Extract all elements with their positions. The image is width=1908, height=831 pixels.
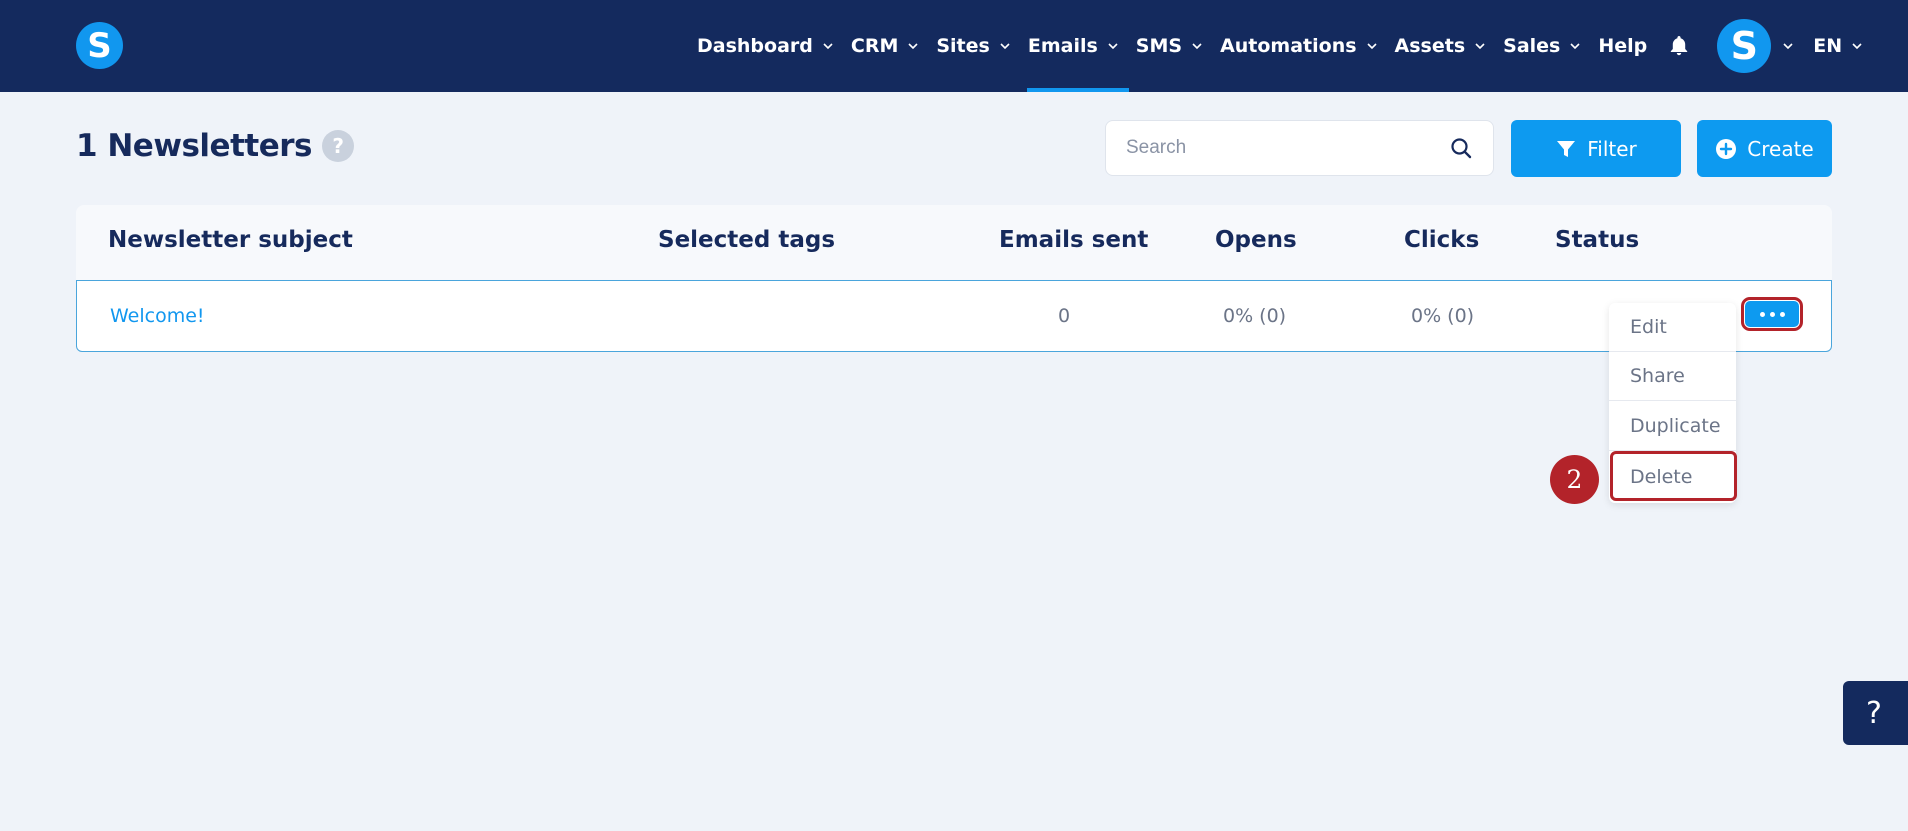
table-header: Newsletter subject Selected tags Emails … [76,205,1832,280]
chevron-down-icon [1570,43,1580,50]
more-dot-icon [1779,311,1785,317]
chevron-down-icon [1852,43,1862,50]
plus-circle-icon [1715,138,1737,160]
nav-item-label: Automations [1220,35,1357,57]
delete-highlight-box [1610,451,1737,501]
nav-item-assets[interactable]: Assets [1395,0,1486,92]
chevron-down-icon [823,43,833,50]
clicks-cell: 0% (0) [1411,305,1475,327]
nav-item-sites[interactable]: Sites [936,0,1010,92]
bell-icon[interactable] [1667,33,1693,59]
column-header-emails-sent[interactable]: Emails sent [999,227,1148,253]
more-dot-icon [1759,311,1765,317]
chevron-down-icon [1192,43,1202,50]
help-icon[interactable]: ? [321,130,354,162]
nav-item-crm[interactable]: CRM [851,0,918,92]
top-navbar: S Dashboard CRM Sites Emails SMS Automat… [0,0,1908,92]
column-header-status[interactable]: Status [1555,227,1639,253]
column-header-subject[interactable]: Newsletter subject [108,227,353,253]
nav-item-sms[interactable]: SMS [1136,0,1202,92]
filter-label: Filter [1587,136,1637,161]
chevron-down-icon [1000,43,1010,50]
nav-item-sales[interactable]: Sales [1503,0,1580,92]
app-logo[interactable]: S [76,22,123,69]
nav-item-label: Help [1598,35,1648,57]
emails-sent-cell: 0 [1058,305,1071,327]
search-box[interactable] [1105,120,1494,176]
nav-item-emails[interactable]: Emails [1026,0,1129,92]
nav-item-label: Sales [1503,35,1561,57]
column-header-opens[interactable]: Opens [1215,227,1297,253]
search-icon[interactable] [1449,136,1473,160]
create-label: Create [1747,136,1814,161]
page-title-text: 1 Newsletters [76,128,312,164]
menu-item-share[interactable]: Share [1609,352,1736,401]
nav-item-automations[interactable]: Automations [1220,0,1377,92]
user-avatar[interactable]: S [1717,19,1772,73]
chevron-down-icon [1366,43,1377,50]
language-selector[interactable]: EN [1813,35,1862,57]
opens-cell: 0% (0) [1223,305,1287,327]
more-dot-icon [1769,311,1775,317]
newsletter-subject-link[interactable]: Welcome! [110,305,205,327]
search-input[interactable] [1126,137,1449,159]
nav-item-label: SMS [1135,35,1183,57]
menu-item-edit[interactable]: Edit [1609,303,1736,352]
language-label: EN [1813,35,1843,57]
table-row[interactable]: Welcome! 0 0% (0) 0% (0) [76,280,1832,352]
nav-item-label: Sites [936,35,990,57]
chevron-down-icon [1475,43,1485,50]
filter-button[interactable]: Filter [1511,120,1681,177]
nav-item-label: Assets [1394,35,1466,57]
nav-item-label: CRM [850,35,899,57]
nav-item-dashboard[interactable]: Dashboard [697,0,833,92]
nav-item-label: Dashboard [697,35,813,57]
menu-item-duplicate[interactable]: Duplicate [1609,402,1736,451]
chevron-down-icon [908,43,918,50]
chevron-down-icon[interactable] [1783,41,1793,51]
page-title: 1 Newsletters ? [76,128,354,164]
nav-item-label: Emails [1027,35,1098,57]
column-header-clicks[interactable]: Clicks [1404,227,1479,253]
filter-icon [1555,138,1577,160]
nav-item-help[interactable]: Help [1598,0,1647,92]
row-actions-button[interactable] [1741,297,1803,331]
column-header-tags[interactable]: Selected tags [658,227,835,253]
chevron-down-icon [1108,43,1118,50]
floating-help-button[interactable]: ? [1843,681,1908,745]
create-button[interactable]: Create [1697,120,1832,177]
step-number-badge: 2 [1550,455,1599,504]
main-nav: Dashboard CRM Sites Emails SMS Automatio… [697,0,1862,92]
